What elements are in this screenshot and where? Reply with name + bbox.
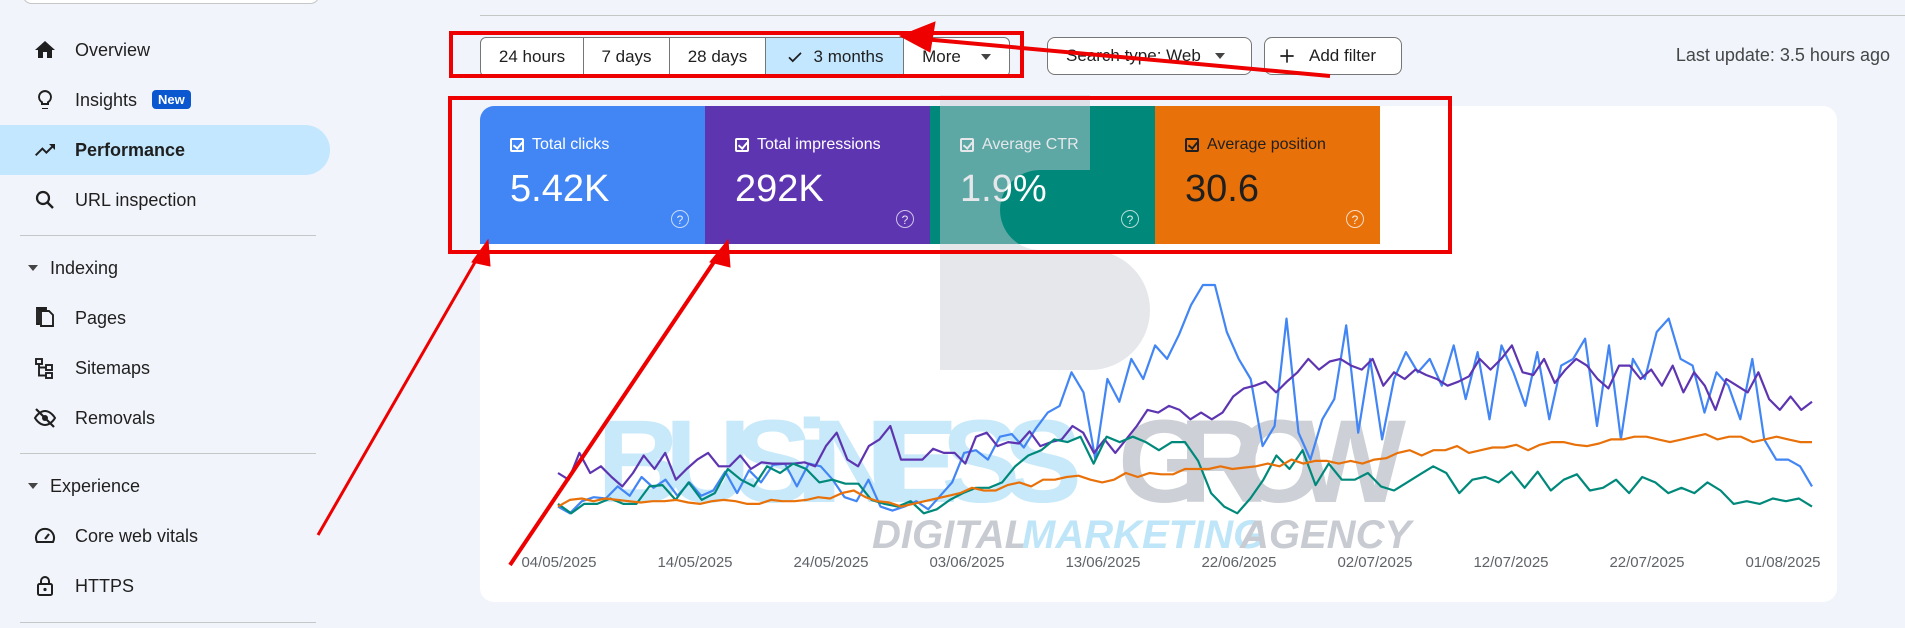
x-tick-label: 03/06/2025 — [929, 554, 1004, 571]
x-tick-label: 01/08/2025 — [1745, 554, 1820, 571]
performance-chart: BUSiNESS GROW DIGITAL MARKETING AGENCY 0… — [316, 21, 1821, 571]
watermark-line3-a: DIGITAL — [872, 513, 1029, 557]
watermark-line2: GROW — [1118, 396, 1407, 528]
x-tick-label: 12/07/2025 — [1473, 554, 1548, 571]
x-tick-label: 02/07/2025 — [1337, 554, 1412, 571]
watermark-logo — [940, 95, 1150, 370]
watermark-line3-b: MARKETING — [1022, 513, 1264, 557]
x-tick-label: 04/05/2025 — [521, 554, 596, 571]
x-tick-label: 14/05/2025 — [657, 554, 732, 571]
x-tick-label: 22/07/2025 — [1609, 554, 1684, 571]
x-tick-label: 13/06/2025 — [1065, 554, 1140, 571]
x-tick-label: 24/05/2025 — [793, 554, 868, 571]
watermark-line3-c: AGENCY — [1239, 513, 1414, 557]
x-tick-label: 22/06/2025 — [1201, 554, 1276, 571]
